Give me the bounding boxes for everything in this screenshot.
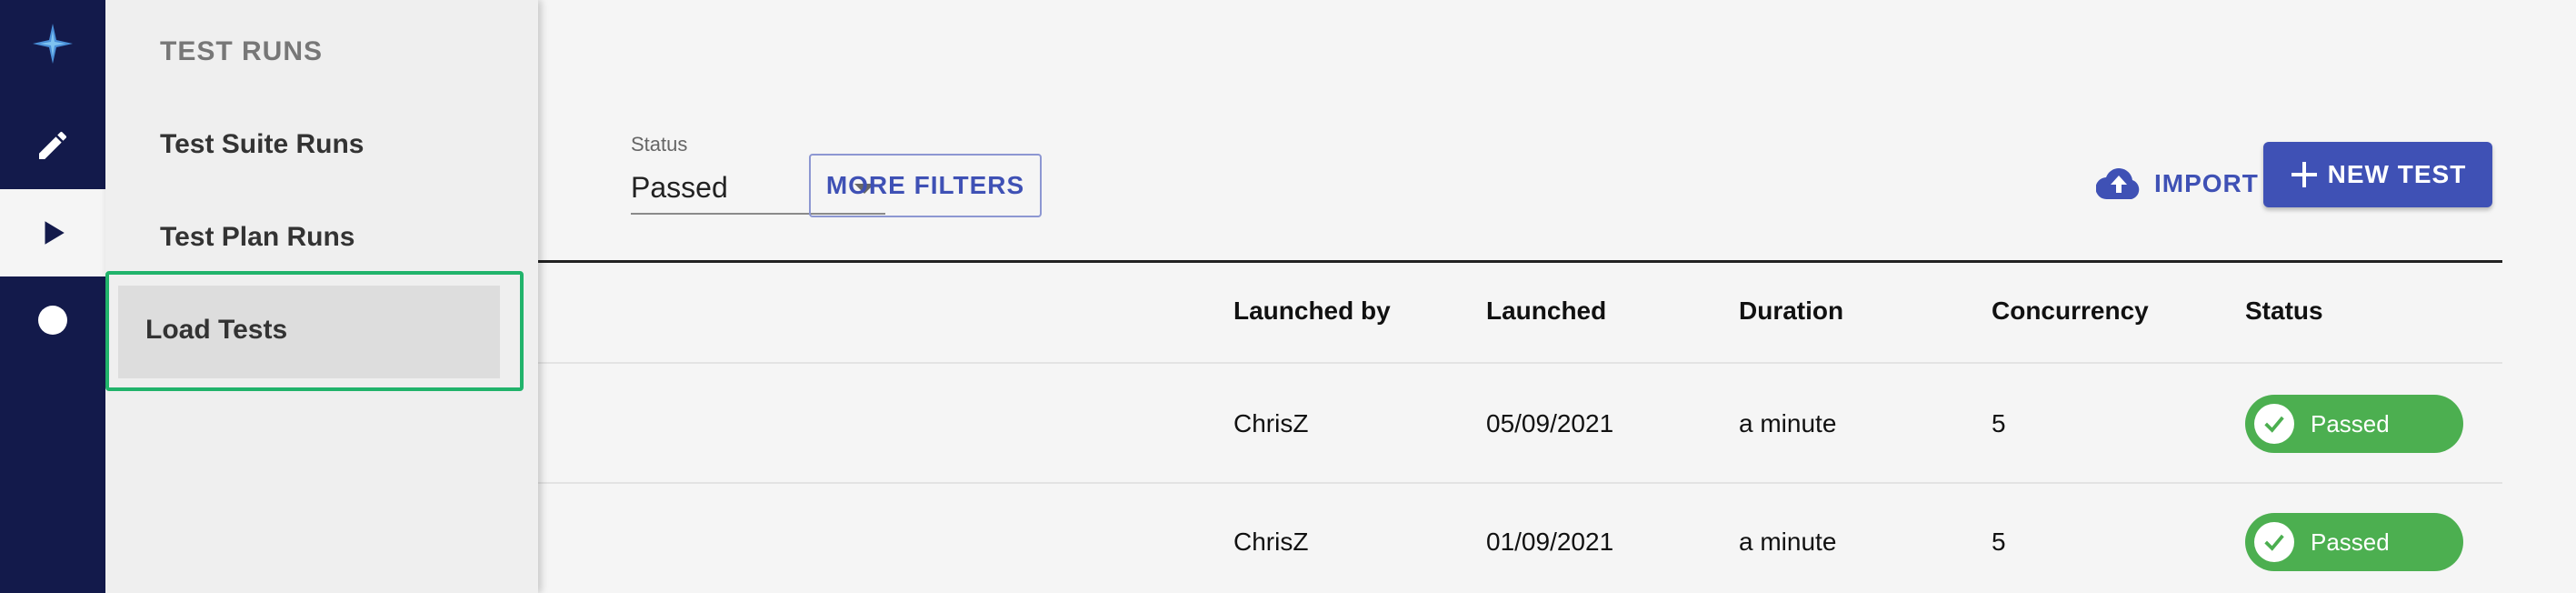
column-header-concurrency[interactable]: Concurrency [1992,296,2149,326]
cell-concurrency: 5 [1992,528,2006,556]
status-badge: Passed [2245,513,2463,571]
app: Status Passed MORE FILTERS IMPORT TEST N… [0,0,2576,593]
check-icon [2254,522,2294,562]
cell-concurrency: 5 [1992,409,2006,437]
status-badge: Passed [2245,395,2463,453]
nav-rail [0,0,105,593]
cell-duration: a minute [1739,409,1837,437]
column-header-duration[interactable]: Duration [1739,296,1843,326]
app-logo[interactable] [0,0,105,87]
selection-highlight [105,271,524,391]
new-test-button[interactable]: NEW TEST [2263,142,2492,207]
cell-duration: a minute [1739,528,1837,556]
cell-launched: 01/09/2021 [1486,528,1614,556]
column-header-launched-by[interactable]: Launched by [1233,296,1391,326]
cell-launched-by: ChrisZ [1233,528,1309,556]
status-filter-label: Status [631,133,688,156]
status-filter-value: Passed [631,171,728,204]
nav-test-runs-button[interactable] [0,189,105,276]
new-test-label: NEW TEST [2327,160,2467,188]
menu-title: TEST RUNS [160,36,324,66]
menu-item-test-plan-runs[interactable]: Test Plan Runs [160,222,354,253]
play-icon [45,221,65,245]
test-runs-menu: TEST RUNS Test Suite Runs Test Plan Runs… [105,0,538,593]
column-header-status[interactable]: Status [2245,296,2323,326]
plus-icon [2291,162,2317,187]
column-header-launched[interactable]: Launched [1486,296,1606,326]
cell-launched: 05/09/2021 [1486,409,1614,437]
nav-circle-button[interactable] [0,276,105,364]
circle-icon [38,306,67,335]
menu-item-test-suite-runs[interactable]: Test Suite Runs [160,129,364,160]
status-badge-label: Passed [2311,409,2390,437]
more-filters-button[interactable]: MORE FILTERS [809,154,1042,217]
status-badge-label: Passed [2311,528,2390,556]
cloud-upload-icon [2096,168,2140,200]
cell-launched-by: ChrisZ [1233,409,1309,437]
app-logo-icon [33,24,73,64]
check-icon [2254,404,2294,444]
nav-edit-button[interactable] [0,102,105,189]
pencil-icon [39,131,67,159]
